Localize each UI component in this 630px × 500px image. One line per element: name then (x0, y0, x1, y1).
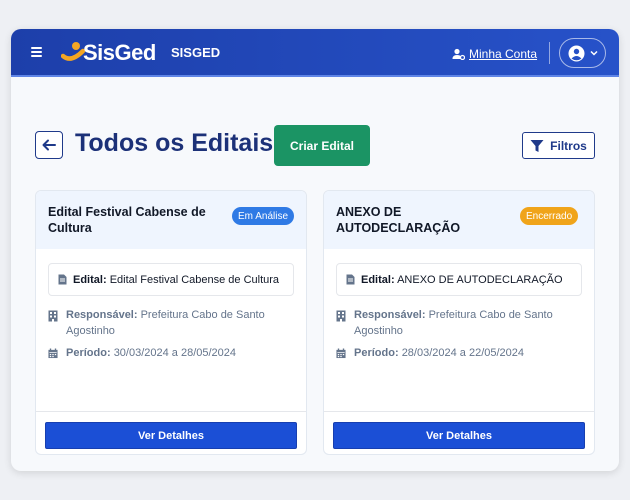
edital-label: Edital: (361, 273, 395, 286)
calendar-icon (48, 348, 58, 359)
periodo-row: Período: 30/03/2024 a 28/05/2024 (48, 345, 298, 361)
page-title: Todos os Editais (75, 129, 274, 157)
building-icon (48, 310, 58, 322)
menu-icon[interactable] (31, 45, 47, 59)
view-details-button[interactable]: Ver Detalhes (45, 422, 297, 449)
document-icon (346, 274, 355, 285)
edital-value: Edital Festival Cabense de Cultura (109, 273, 280, 286)
edital-label: Edital: (73, 273, 107, 286)
header-divider (549, 42, 550, 64)
create-edital-button[interactable]: Criar Edital (274, 125, 370, 166)
view-details-button[interactable]: Ver Detalhes (333, 422, 585, 449)
logo-text: SisGed (83, 40, 156, 65)
filter-icon (530, 139, 544, 152)
arrow-left-icon (42, 139, 56, 151)
periodo-value: 28/03/2024 a 22/05/2024 (401, 347, 525, 359)
periodo-value: 30/03/2024 a 28/05/2024 (113, 347, 237, 359)
status-badge: Em Análise (232, 207, 295, 225)
my-account-label: Minha Conta (469, 47, 538, 61)
user-cog-icon (452, 48, 465, 60)
back-button[interactable] (35, 131, 63, 159)
edital-card: Edital Festival Cabense de Cultura Em An… (35, 190, 307, 455)
card-header: ANEXO DE AUTODECLARAÇÃO Encerrado (324, 191, 594, 249)
periodo-label: Período: (66, 347, 111, 359)
responsavel-row: Responsável: Prefeitura Cabo de Santo Ag… (48, 307, 298, 339)
edital-info-box: Edital: ANEXO DE AUTODECLARAÇÃO (336, 263, 582, 296)
edital-card: ANEXO DE AUTODECLARAÇÃO Encerrado Edital… (323, 190, 595, 455)
responsavel-label: Responsável: (66, 309, 138, 321)
periodo-label: Período: (354, 347, 399, 359)
logo[interactable]: SisGed (61, 39, 161, 67)
calendar-icon (336, 348, 346, 359)
app-window: SisGed SISGED Minha Conta Todos os Edita… (11, 29, 619, 471)
card-header: Edital Festival Cabense de Cultura Em An… (36, 191, 306, 249)
card-title: ANEXO DE AUTODECLARAÇÃO (336, 205, 461, 235)
card-title: Edital Festival Cabense de Cultura (48, 205, 206, 235)
periodo-row: Período: 28/03/2024 a 22/05/2024 (336, 345, 586, 361)
card-footer: Ver Detalhes (324, 411, 594, 454)
filters-label: Filtros (550, 138, 587, 153)
building-icon (336, 310, 346, 322)
document-icon (58, 274, 67, 285)
status-badge: Encerrado (520, 207, 579, 225)
responsavel-row: Responsável: Prefeitura Cabo de Santo Ag… (336, 307, 586, 339)
card-footer: Ver Detalhes (36, 411, 306, 454)
user-menu-button[interactable] (559, 38, 606, 68)
responsavel-label: Responsável: (354, 309, 426, 321)
top-navbar: SisGed SISGED Minha Conta (11, 29, 619, 77)
app-name: SISGED (171, 45, 221, 60)
edital-info-box: Edital: Edital Festival Cabense de Cultu… (48, 263, 294, 296)
my-account-link[interactable]: Minha Conta (452, 45, 537, 63)
filters-button[interactable]: Filtros (522, 132, 595, 159)
user-circle-icon (568, 45, 584, 61)
edital-value: ANEXO DE AUTODECLARAÇÃO (397, 273, 563, 286)
chevron-down-icon (589, 50, 598, 56)
